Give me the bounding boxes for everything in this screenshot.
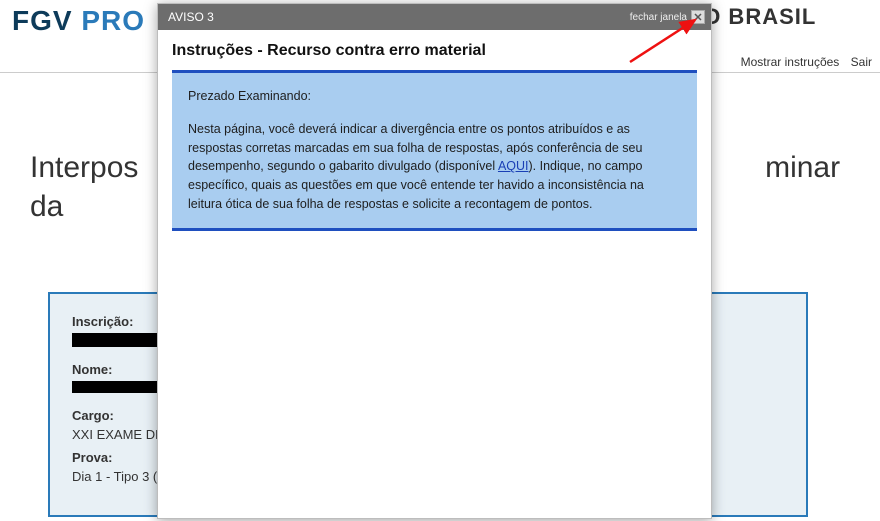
gabarito-link[interactable]: AQUI <box>498 159 529 173</box>
modal-heading: Instruções - Recurso contra erro materia… <box>172 42 697 60</box>
instruction-greeting: Prezado Examinando: <box>188 87 681 106</box>
modal-title: AVISO 3 <box>168 10 214 24</box>
instruction-body: Nesta página, você deverá indicar a dive… <box>188 120 681 214</box>
modal-aviso: AVISO 3 fechar janela ✕ Instruções - Rec… <box>157 3 712 519</box>
instruction-box: Prezado Examinando: Nesta página, você d… <box>172 70 697 231</box>
close-label: fechar janela <box>630 12 687 23</box>
modal-titlebar: AVISO 3 fechar janela ✕ <box>158 4 711 30</box>
close-icon[interactable]: ✕ <box>691 10 705 24</box>
